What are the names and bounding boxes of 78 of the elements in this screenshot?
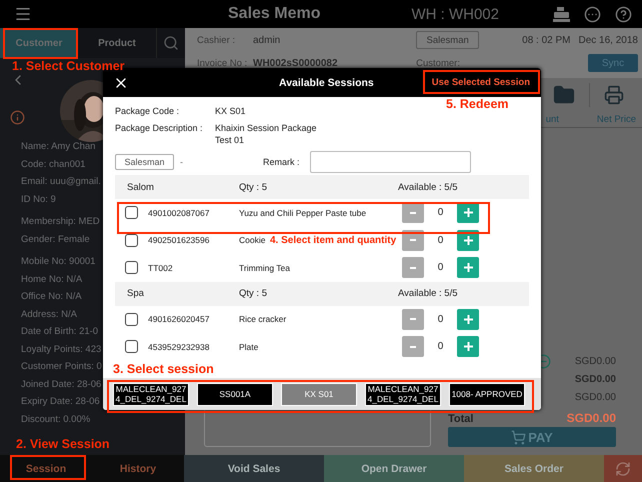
bottom-tab[interactable]: Open Drawer xyxy=(324,455,464,482)
group-name: Salom xyxy=(127,182,155,192)
time-label: 08 : 02 PM xyxy=(522,34,570,46)
field-label: Cashier : xyxy=(197,34,236,46)
annotation-label: 4. Select item and quantity xyxy=(270,235,396,246)
package-description: Khaixin Session Package Test 01 xyxy=(215,122,318,146)
item-name: Rice cracker xyxy=(239,314,286,324)
item-code: TT002 xyxy=(148,262,173,273)
column-header: Net Price xyxy=(596,114,636,125)
item-name: Plate xyxy=(239,342,258,352)
quantity: 0 xyxy=(438,234,444,246)
window-title: Sales Memo xyxy=(228,5,320,23)
cashier-value: admin xyxy=(253,34,282,46)
salesman-button[interactable]: Salesman xyxy=(416,31,480,49)
amount: SGD0.00 xyxy=(574,374,616,384)
salesman-value: - xyxy=(180,157,183,167)
group-name: Spa xyxy=(127,288,145,299)
customer-detail: Name: Amy Chan xyxy=(21,140,96,154)
customer-detail: Membership: MED xyxy=(21,215,100,229)
annotation-label: 5. Redeem xyxy=(446,97,509,111)
bottom-tab[interactable]: Void Sales xyxy=(184,455,324,482)
customer-detail: Office No: N/A xyxy=(21,290,82,304)
annotation-label: 1. Select Customer xyxy=(12,59,125,73)
customer-detail: Discount: 0.00% xyxy=(21,412,90,426)
amount: SGD0.00 xyxy=(574,392,616,402)
customer-detail: Code: chan001 xyxy=(21,158,86,172)
item-code: 4901626020457 xyxy=(148,314,210,324)
dialog-title: Available Sessions xyxy=(279,76,374,88)
field-label: Customer: xyxy=(416,58,461,68)
session-button[interactable]: KX S01 xyxy=(281,382,357,406)
customer-detail: ID No: 9 xyxy=(21,192,56,206)
group-qty: Qty : 5 xyxy=(239,182,268,192)
customer-detail: Mobile No: 90001 xyxy=(21,255,96,269)
customer-detail: Loyalty Points: 423 xyxy=(21,342,102,356)
quantity: 0 xyxy=(438,341,444,352)
session-button[interactable]: MALECLEAN_9274_DEL_9274_DEL xyxy=(365,382,441,406)
quantity: 0 xyxy=(438,314,444,325)
package-code: KX S01 xyxy=(215,105,247,117)
customer-detail: Address: N/A xyxy=(21,308,77,322)
total-label: Total xyxy=(448,413,474,425)
quantity: 0 xyxy=(438,207,444,218)
session-button[interactable]: MALECLEAN_9274_DEL_9274_DEL xyxy=(113,382,189,406)
date-label: Dec 16, 2018 xyxy=(578,34,638,46)
item-name: Yuzu and Chili Pepper Paste tube xyxy=(239,208,366,218)
group-available: Available : 5/5 xyxy=(398,182,459,192)
field-label: Package Description : xyxy=(115,122,204,135)
annotation-label: 2. View Session xyxy=(16,437,110,451)
session-button[interactable]: SS001A xyxy=(197,382,273,406)
amount: SGD0.00 xyxy=(574,356,616,366)
bottom-tab[interactable]: History xyxy=(92,455,184,482)
column-header: unt xyxy=(546,114,559,125)
customer-detail: Email: uuu@gmail. xyxy=(21,175,101,189)
customer-detail: Home No: N/A xyxy=(21,272,82,286)
item-code: 4539529232938 xyxy=(148,342,210,352)
item-name: Trimming Tea xyxy=(239,262,290,273)
group-available: Available : 5/5 xyxy=(398,288,459,299)
bottom-tab[interactable]: Sales Order xyxy=(464,455,604,482)
session-button[interactable]: 1008- APPROVED xyxy=(449,382,525,406)
customer-detail: Gender: Female xyxy=(21,232,90,246)
salesman-button[interactable]: Salesman xyxy=(115,154,174,170)
use-session-button[interactable]: Use Selected Session xyxy=(428,77,533,88)
item-name: Cookie xyxy=(239,235,266,246)
customer-detail: Expiry Date: 28-06 xyxy=(21,395,100,409)
customer-detail: Date of Birth: 21-0 xyxy=(21,325,98,339)
field-label: Package Code : xyxy=(115,105,180,117)
field-label: Remark : xyxy=(263,157,300,167)
customer-detail: Joined Date: 28-06 xyxy=(21,378,102,392)
warehouse-label: WH : WH002 xyxy=(411,6,499,22)
item-code: 4901002087067 xyxy=(148,208,210,218)
invoice-number: WH002sS0000082 xyxy=(253,58,339,68)
customer-detail: Customer Points: 0 xyxy=(21,360,102,374)
tab[interactable]: Product xyxy=(78,28,156,58)
field-label: Invoice No : xyxy=(197,58,248,68)
group-qty: Qty : 5 xyxy=(239,288,268,299)
quantity: 0 xyxy=(438,262,444,274)
item-code: 4902501623596 xyxy=(148,235,210,246)
annotation-label: 3. Select session xyxy=(113,362,214,376)
total-amount: SGD0.00 xyxy=(566,411,616,425)
